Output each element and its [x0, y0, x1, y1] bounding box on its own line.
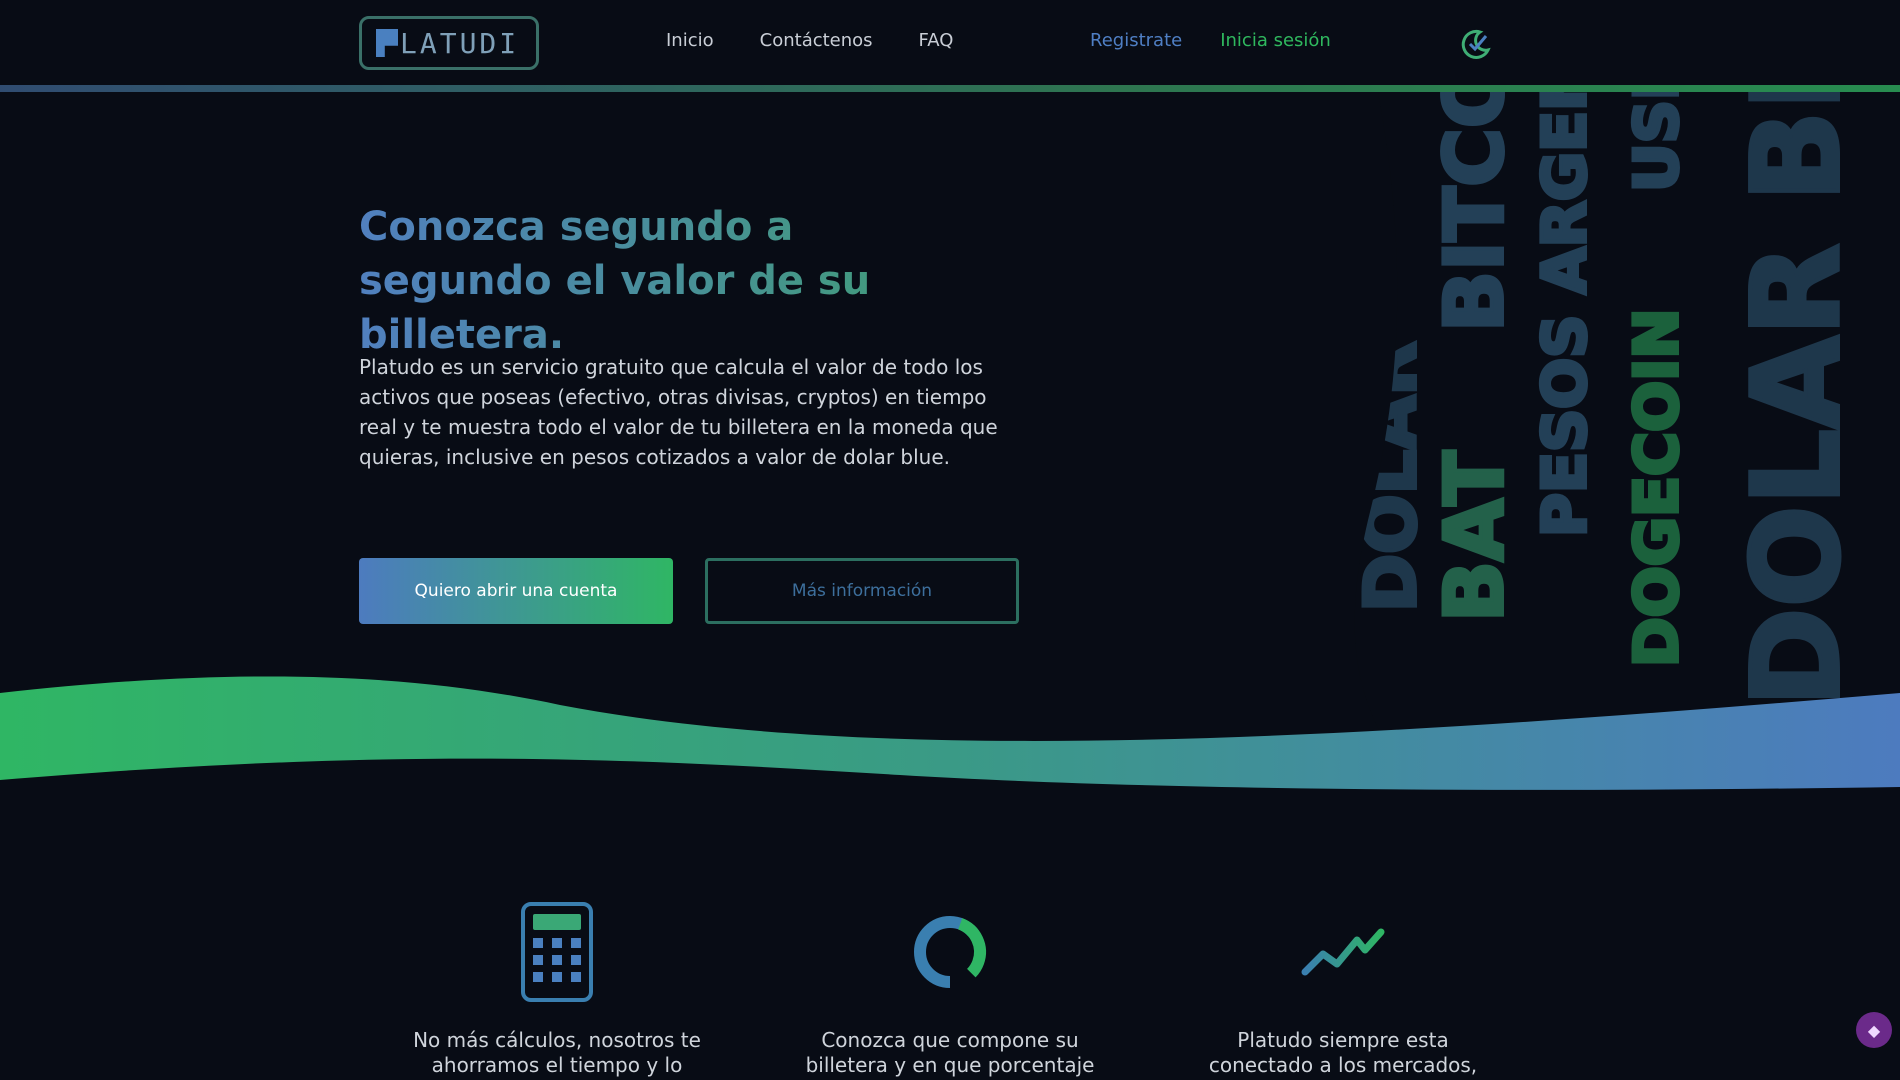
trend-line-icon [1301, 928, 1385, 976]
decor-word-bitcoin: BITCOIN [1426, 92, 1523, 334]
feature-composition: Conozca que compone su billetera y en qu… [800, 900, 1100, 1080]
logo-mark-icon [376, 29, 398, 57]
decor-word-pesos: PESOS ARGENTINOS [1528, 92, 1602, 539]
decor-word-bat: BAT [1426, 449, 1523, 624]
feature-text: Platudo siempre esta conectado a los mer… [1208, 1028, 1478, 1080]
calculator-icon [521, 902, 593, 1002]
feature-text: Conozca que compone su billetera y en qu… [805, 1028, 1095, 1080]
curtain-decoration [1300, 92, 1398, 732]
decor-word-usdt: USDT [1620, 92, 1694, 194]
nav-link-contactenos[interactable]: Contáctenos [760, 30, 873, 51]
more-info-button[interactable]: Más información [705, 558, 1019, 624]
brand-logo[interactable]: LATUDI [359, 16, 539, 70]
hero-description: Platudo es un servicio gratuito que calc… [359, 355, 998, 469]
currency-words-decoration: DOLAR BAT BITCOIN PESOS ARGENTINOS DOGEC… [1330, 92, 1900, 732]
feature-calculate: No más cálculos, nosotros te ahorramos e… [407, 900, 707, 1078]
navbar-gradient-divider [0, 85, 1900, 92]
chat-widget-button[interactable]: ◆ [1856, 1012, 1892, 1048]
login-link[interactable]: Inicia sesión [1220, 30, 1331, 51]
donut-chart-icon [914, 916, 986, 988]
gradient-wave [0, 676, 1900, 790]
feature-text: No más cálculos, nosotros te ahorramos e… [413, 1028, 701, 1077]
decor-word-dolar-blue: DOLAR BLUE [1726, 92, 1869, 709]
auth-links: Registrate Inicia sesión [1090, 30, 1331, 51]
navbar: LATUDI Inicio Contáctenos FAQ Registrate… [0, 0, 1900, 92]
nav-link-inicio[interactable]: Inicio [666, 30, 714, 51]
nav-link-faq[interactable]: FAQ [919, 30, 954, 51]
chat-icon: ◆ [1867, 1020, 1881, 1040]
main-nav: Inicio Contáctenos FAQ [666, 30, 953, 51]
open-account-button[interactable]: Quiero abrir una cuenta [359, 558, 673, 624]
logo-text: LATUDI [400, 26, 520, 60]
hero-title: Conozca segundo a segundo el valor de su… [359, 200, 999, 362]
feature-markets: Platudo siempre esta conectado a los mer… [1193, 900, 1493, 1080]
theme-toggle-icon[interactable] [1458, 26, 1494, 62]
register-link[interactable]: Registrate [1090, 30, 1182, 51]
decor-word-dogecoin: DOGECOIN [1620, 306, 1694, 669]
